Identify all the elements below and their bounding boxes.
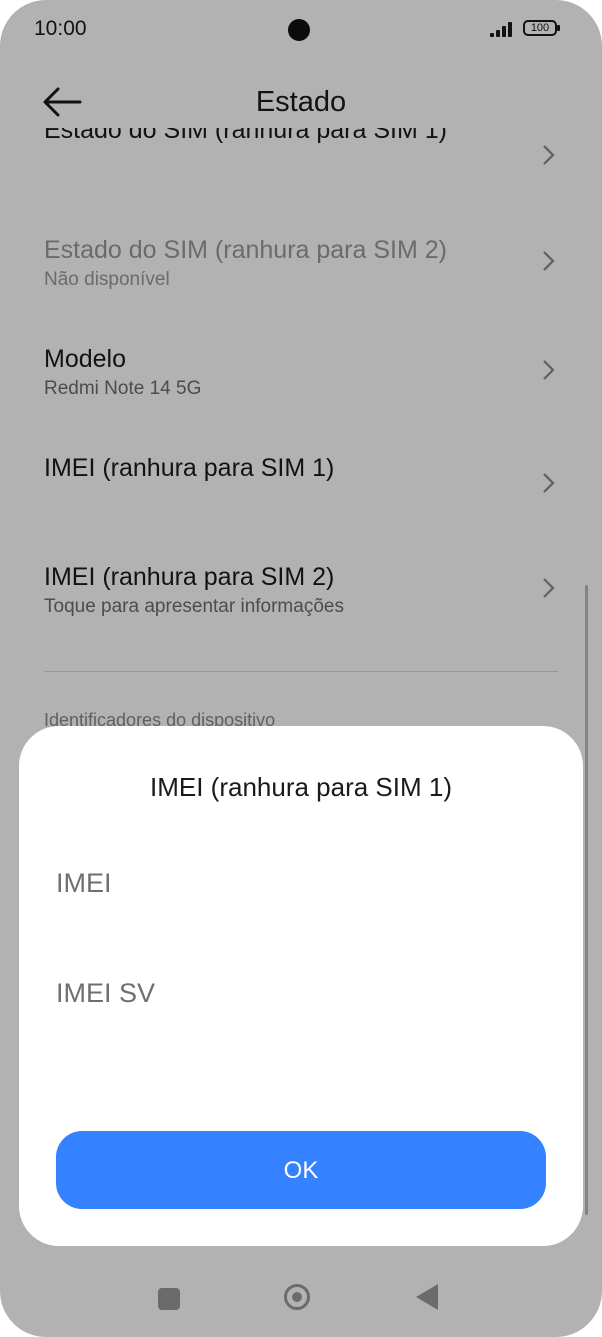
- imei-label: IMEI: [56, 868, 112, 898]
- dialog-title: IMEI (ranhura para SIM 1): [150, 772, 452, 802]
- navigation-bar: [0, 1262, 602, 1337]
- home-icon[interactable]: [284, 1284, 310, 1310]
- imei-dialog: IMEI (ranhura para SIM 1) IMEI IMEI SV O…: [19, 726, 583, 1246]
- phone-screen: 10:00 100 Estado Estado do SIM (ranhura …: [0, 0, 602, 1337]
- recents-icon[interactable]: [158, 1288, 180, 1310]
- back-triangle-icon[interactable]: [416, 1284, 438, 1310]
- imei-sv-label: IMEI SV: [56, 978, 156, 1008]
- ok-button[interactable]: OK: [56, 1131, 546, 1209]
